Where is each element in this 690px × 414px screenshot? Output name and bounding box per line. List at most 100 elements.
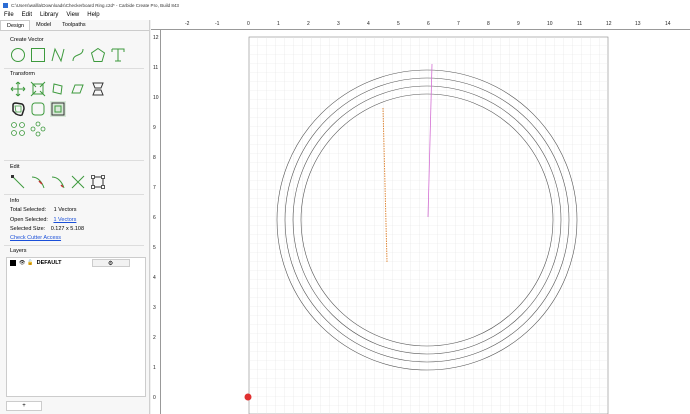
open-selected-label: Open Selected:: [10, 217, 48, 223]
ruler-x-label: 5: [397, 21, 400, 27]
ruler-x-label: 0: [247, 21, 250, 27]
selected-size-value: 0.127 x 5.108: [50, 226, 85, 232]
layers-list: 👁 🔓 DEFAULT ⚙: [6, 257, 146, 397]
circle-tool-icon[interactable]: [10, 47, 26, 63]
ruler-x-label: 14: [665, 21, 671, 27]
ruler-y-label: 11: [153, 65, 159, 71]
ruler-x-label: -1: [215, 21, 220, 27]
transform-tools-row1: [10, 81, 106, 97]
delete-segment-icon[interactable]: [70, 174, 86, 190]
rectangle-tool-icon[interactable]: [30, 47, 46, 63]
divider: [4, 160, 144, 161]
transform-tools-row3: [10, 121, 46, 137]
ruler-y-label: 10: [153, 95, 159, 101]
app-icon: [3, 2, 8, 8]
layer-color-swatch[interactable]: [10, 260, 16, 266]
eye-icon[interactable]: 👁: [19, 260, 25, 266]
tab-design[interactable]: Design: [0, 20, 31, 30]
create-vector-tools: [10, 47, 126, 63]
group-icon[interactable]: [50, 101, 66, 117]
ruler-x-label: 4: [367, 21, 370, 27]
bounding-box-icon[interactable]: [90, 174, 106, 190]
grid: [249, 37, 608, 414]
divider: [4, 68, 144, 69]
layer-name: DEFAULT: [36, 260, 62, 266]
ruler-x-label: 1: [277, 21, 280, 27]
ruler-y-label: 2: [153, 335, 156, 341]
left-panel: Design Model Toolpaths Create Vector Tra…: [0, 20, 150, 414]
ruler-y-label: 7: [153, 185, 156, 191]
menu-library[interactable]: Library: [40, 12, 58, 18]
ruler-x-label: 6: [427, 21, 430, 27]
ruler-x-label: 8: [487, 21, 490, 27]
ruler-y-label: 8: [153, 155, 156, 161]
title-bar: C:\Users\wallla\Downloads\Checkerboard R…: [0, 0, 690, 10]
mirror-icon[interactable]: [90, 81, 106, 97]
rotate-icon[interactable]: [50, 81, 66, 97]
circular-array-icon[interactable]: [30, 121, 46, 137]
total-selected-value: 1 Vectors: [53, 207, 77, 213]
ruler-y-label: 5: [153, 245, 156, 251]
curve-tool-icon[interactable]: [70, 47, 86, 63]
menu-help[interactable]: Help: [87, 12, 99, 18]
edit-tools: [10, 174, 106, 190]
add-layer-button[interactable]: +: [6, 401, 42, 411]
menu-edit[interactable]: Edit: [22, 12, 32, 18]
scale-icon[interactable]: [30, 81, 46, 97]
origin-marker-icon: [244, 393, 252, 401]
menu-bar: File Edit Library View Help: [0, 10, 690, 20]
layer-settings-button[interactable]: ⚙: [91, 259, 130, 267]
ruler-y-label: 9: [153, 125, 156, 131]
join-icon[interactable]: [50, 174, 66, 190]
edit-heading: Edit: [10, 164, 20, 170]
ruler-left: [151, 30, 161, 414]
offset-icon[interactable]: [10, 101, 26, 117]
create-vector-heading: Create Vector: [10, 37, 44, 43]
ruler-x-label: 2: [307, 21, 310, 27]
trim-icon[interactable]: [30, 174, 46, 190]
check-cutter-access-link[interactable]: Check Cutter Access: [10, 235, 61, 241]
ruler-y-label: 6: [153, 215, 156, 221]
check-cutter-line: Check Cutter Access: [10, 235, 61, 241]
info-heading: Info: [10, 198, 20, 204]
transform-heading: Transform: [10, 71, 35, 77]
ruler-x-label: 12: [606, 21, 612, 27]
ruler-x-label: 7: [457, 21, 460, 27]
ruler-x-label: 9: [517, 21, 520, 27]
ruler-y-label: 12: [153, 35, 159, 41]
total-selected-line: Total Selected: 1 Vectors: [10, 207, 77, 213]
ruler-x-label: 11: [577, 21, 583, 27]
tab-toolpaths[interactable]: Toolpaths: [56, 20, 91, 30]
align-icon[interactable]: [70, 81, 86, 97]
transform-tools-row2: [10, 101, 66, 117]
open-selected-line: Open Selected: 1 Vectors: [10, 217, 76, 223]
divider: [4, 194, 144, 195]
selected-size-line: Selected Size: 0.127 x 5.108: [10, 226, 84, 232]
menu-file[interactable]: File: [4, 12, 14, 18]
polygon-tool-icon[interactable]: [90, 47, 106, 63]
tab-model[interactable]: Model: [30, 20, 56, 30]
design-canvas[interactable]: -2 -1 0 1 2 3 4 5 6 7 8 9 10 11 12 13 14…: [151, 20, 690, 414]
ruler-y-label: 0: [153, 395, 156, 401]
lock-icon[interactable]: 🔓: [27, 260, 33, 266]
layers-heading: Layers: [10, 248, 27, 254]
ruler-x-label: 13: [635, 21, 641, 27]
ruler-x-label: -2: [185, 21, 190, 27]
menu-view[interactable]: View: [66, 12, 79, 18]
open-selected-link[interactable]: 1 Vectors: [53, 217, 76, 223]
ruler-x-label: 10: [547, 21, 553, 27]
gear-icon: ⚙: [107, 260, 114, 267]
node-edit-icon[interactable]: [10, 174, 26, 190]
selected-size-label: Selected Size:: [10, 226, 46, 232]
tab-bar: Design Model Toolpaths: [0, 20, 149, 31]
canvas-drawing[interactable]: [151, 20, 690, 414]
ruler-y-label: 4: [153, 275, 156, 281]
move-icon[interactable]: [10, 81, 26, 97]
boolean-icon[interactable]: [30, 101, 46, 117]
ruler-y-label: 3: [153, 305, 156, 311]
polyline-tool-icon[interactable]: [50, 47, 66, 63]
array-icon[interactable]: [10, 121, 26, 137]
layer-row[interactable]: 👁 🔓 DEFAULT ⚙: [7, 258, 145, 268]
text-tool-icon[interactable]: [110, 47, 126, 63]
window-title: C:\Users\wallla\Downloads\Checkerboard R…: [11, 2, 179, 8]
